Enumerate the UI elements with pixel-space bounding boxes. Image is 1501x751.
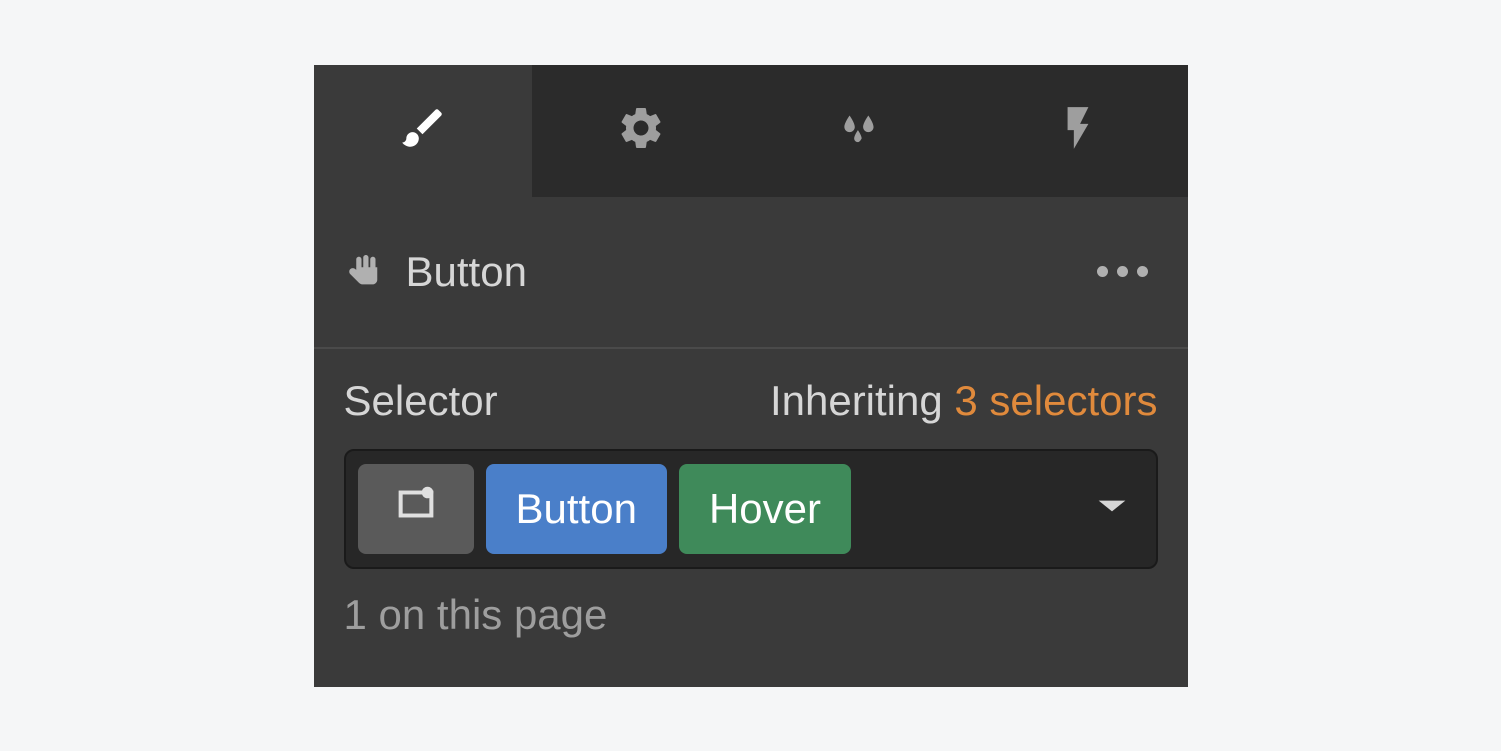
- more-options-button[interactable]: [1087, 256, 1158, 287]
- inheriting-count-link[interactable]: 3 selectors: [954, 377, 1157, 424]
- selector-input[interactable]: Button Hover: [344, 449, 1158, 569]
- selector-element-icon-button[interactable]: [358, 464, 474, 554]
- selector-tag-hover[interactable]: Hover: [679, 464, 851, 554]
- selector-label: Selector: [344, 377, 498, 425]
- droplets-icon: [835, 103, 885, 158]
- selector-section: Selector Inheriting 3 selectors Button H…: [314, 349, 1188, 659]
- pointer-icon: [344, 248, 386, 295]
- style-panel: Button Selector Inheriting 3 selectors B…: [314, 65, 1188, 687]
- inheriting-label: Inheriting: [770, 377, 943, 424]
- chevron-down-icon: [1096, 503, 1128, 520]
- brush-icon: [398, 103, 448, 158]
- tab-effects[interactable]: [751, 65, 970, 197]
- element-row: Button: [314, 197, 1188, 349]
- tab-interactions[interactable]: [969, 65, 1188, 197]
- tab-settings[interactable]: [532, 65, 751, 197]
- dot-icon: [1097, 266, 1108, 277]
- panel-tabs: [314, 65, 1188, 197]
- element-box-icon: [393, 481, 439, 537]
- dot-icon: [1137, 266, 1148, 277]
- inheriting-text: Inheriting 3 selectors: [770, 377, 1158, 425]
- selector-dropdown-button[interactable]: [1096, 496, 1128, 521]
- element-name: Button: [406, 248, 1087, 296]
- page-count-text: 1 on this page: [344, 591, 1158, 639]
- dot-icon: [1117, 266, 1128, 277]
- selector-header: Selector Inheriting 3 selectors: [344, 377, 1158, 425]
- tab-style[interactable]: [314, 65, 533, 197]
- lightning-icon: [1053, 103, 1103, 158]
- selector-tag-button[interactable]: Button: [486, 464, 667, 554]
- gear-icon: [616, 103, 666, 158]
